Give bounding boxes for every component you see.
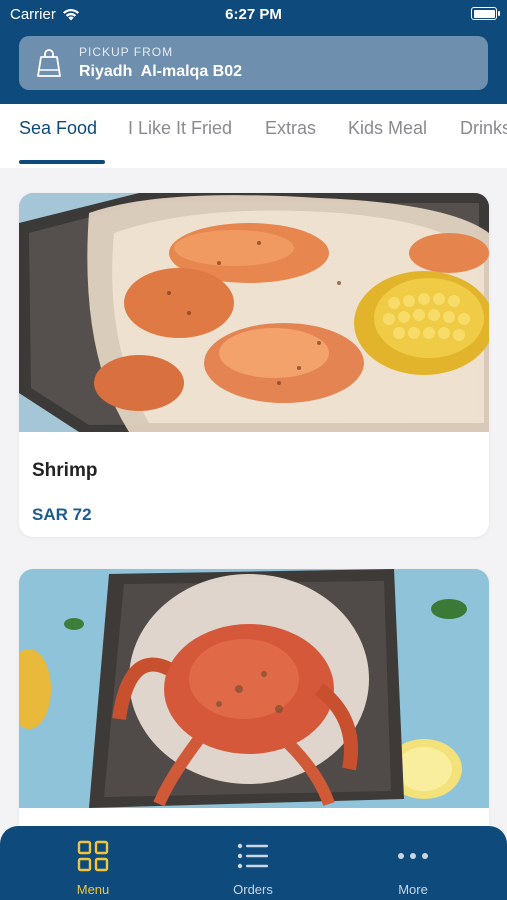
shopping-bag-icon [19,36,79,90]
tab-sea-food[interactable]: Sea Food [19,118,97,139]
bottom-navigation: Menu Orders More [0,826,507,900]
battery-icon [471,7,500,20]
tab-kids-meal[interactable]: Kids Meal [348,118,427,139]
category-tabs: Sea Food I Like It Fried Extras Kids Mea… [0,104,507,168]
list-icon [203,838,303,874]
menu-item-card[interactable]: Shrimp SAR 72 [19,193,489,537]
nav-orders[interactable]: Orders [203,838,303,897]
nav-menu[interactable]: Menu [43,838,143,897]
pickup-location-selector[interactable]: PICKUP FROM Riyadh Al-malqa B02 [19,36,488,90]
more-icon [363,838,463,874]
active-tab-indicator [19,160,105,164]
clock: 6:27 PM [225,6,282,23]
menu-item-name: Shrimp [32,460,98,481]
tab-i-like-it-fried[interactable]: I Like It Fried [128,118,232,139]
app-header: Carrier 6:27 PM PICKUP FROM Riyadh Al-ma… [0,0,507,104]
nav-menu-label: Menu [76,882,110,897]
nav-more-label: More [398,882,428,897]
tab-drinks[interactable]: Drinks [460,118,507,139]
grid-icon [43,838,143,874]
nav-more[interactable]: More [363,838,463,897]
pickup-location: Riyadh Al-malqa B02 [79,63,243,80]
menu-item-card[interactable] [19,569,489,869]
tab-extras[interactable]: Extras [265,118,316,139]
menu-item-price: SAR 72 [32,505,92,524]
shrimp-photo [19,193,489,432]
status-bar: Carrier 6:27 PM [0,0,507,30]
crab-photo [19,569,489,808]
nav-orders-label: Orders [233,882,273,897]
pickup-label: PICKUP FROM [79,45,174,59]
